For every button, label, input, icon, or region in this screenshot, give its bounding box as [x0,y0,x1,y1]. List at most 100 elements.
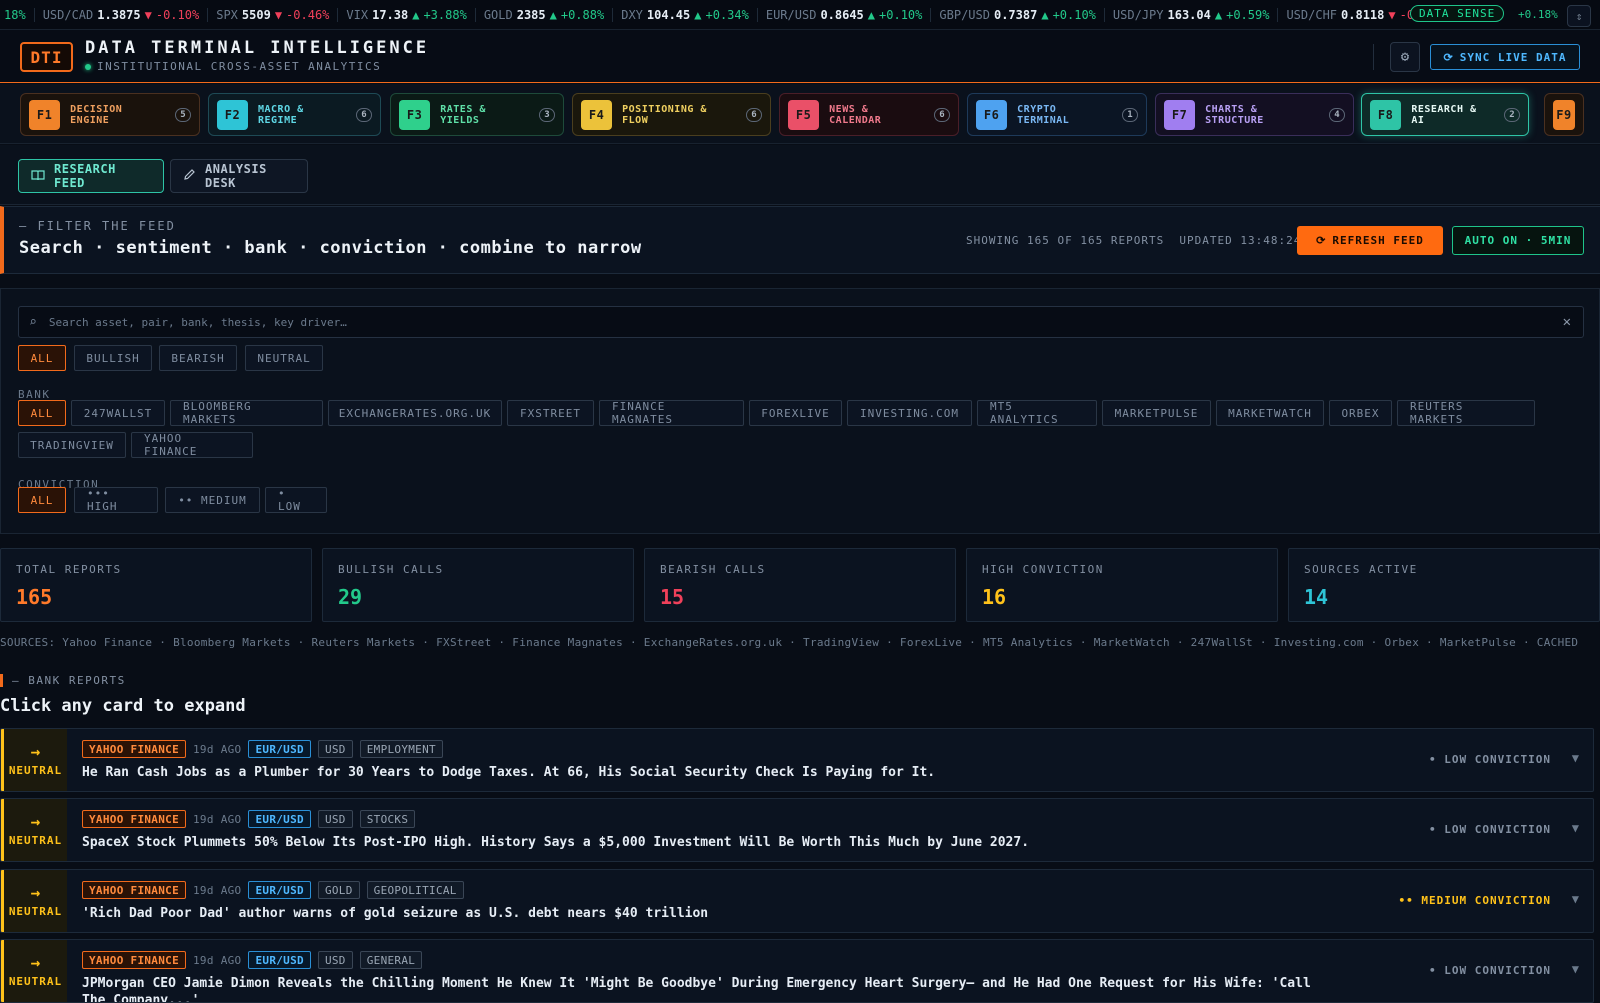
ticker-change: +0.10% [879,7,923,22]
tab-f7[interactable]: F7 CHARTS & STRUCTURE 4 [1155,93,1354,136]
bank-chip-tradingview[interactable]: TRADINGVIEW [18,432,126,458]
app-subtitle-text: INSTITUTIONAL CROSS-ASSET ANALYTICS [97,60,382,73]
tab-f6[interactable]: F6 CRYPTO TERMINAL 1 [967,93,1147,136]
tab-key-badge: F6 [976,99,1008,130]
tab-f3[interactable]: F3 RATES & YIELDS 3 [390,93,564,136]
topic-tag: EMPLOYMENT [359,740,443,758]
tab-research-feed[interactable]: RESEARCH FEED [18,159,164,193]
ticker-price: 0.8645 [820,7,864,22]
ticker-symbol: DXY [621,7,643,22]
bank-chip-reuters-markets[interactable]: REUTERS MARKETS [1397,400,1535,426]
pencil-icon [183,168,196,184]
report-age: 19d AGO [193,742,242,756]
bank-chip-orbex[interactable]: ORBEX [1329,400,1392,426]
sentiment-chip-bullish[interactable]: BULLISH [74,345,152,371]
ticker-change: +0.10% [1052,7,1096,22]
sentiment-chip-bearish[interactable]: BEARISH [159,345,237,371]
close-icon[interactable]: ✕ [1563,314,1571,330]
auto-refresh-toggle[interactable]: AUTO ON · 5MIN [1452,226,1584,255]
tab-f5[interactable]: F5 NEWS & CALENDAR 6 [779,93,959,136]
chevron-down-icon[interactable]: ▼ [1572,962,1579,976]
sync-live-data-button[interactable]: ⟳ SYNC LIVE DATA [1430,44,1580,70]
conviction-chip-medium[interactable]: •• MEDIUM [165,487,260,513]
conviction-chip-all[interactable]: ALL [18,487,66,513]
tab-label: RATES & YIELDS [440,103,486,126]
tab-f9[interactable]: F9 [1544,93,1584,136]
ticker-price: 104.45 [646,7,691,22]
source-tag: YAHOO FINANCE [82,740,186,758]
pair-tag: EUR/USD [248,881,311,899]
conviction-label: •• MEDIUM CONVICTION [1398,894,1551,907]
chevron-down-icon[interactable]: ▼ [1572,821,1579,835]
ticker-item: 18% [0,7,35,22]
chevron-down-icon[interactable]: ▼ [1572,751,1579,765]
sentiment-chip-all[interactable]: ALL [18,345,66,371]
conviction-chip-low[interactable]: • LOW [265,487,327,513]
tab-f8[interactable]: F8 RESEARCH & AI 2 [1361,93,1529,136]
bank-chip-yahoo-finance[interactable]: YAHOO FINANCE [131,432,253,458]
reports-kicker: — BANK REPORTS [0,674,126,687]
topic-tag: GEOPOLITICAL [366,881,464,899]
tab-f4[interactable]: F4 POSITIONING & FLOW 6 [572,93,771,136]
arrow-down-icon: ▼ [144,7,152,22]
tab-label: NEWS & CALENDAR [829,103,882,126]
refresh-icon: ⟳ [1316,234,1327,247]
bank-chip-bloomberg-markets[interactable]: BLOOMBERG MARKETS [170,400,323,426]
tab-key-badge: F9 [1553,99,1575,130]
tab-key-badge: F5 [788,99,820,130]
arrow-up-icon: ▲ [694,7,702,22]
scroll-toggle-icon[interactable]: ⇕ [1567,5,1591,27]
refresh-feed-button[interactable]: ⟳ REFRESH FEED [1297,226,1443,255]
search-input[interactable] [48,315,1563,329]
filter-header: — FILTER THE FEED Search · sentiment · b… [0,206,1600,274]
bank-chip-mt5-analytics[interactable]: MT5 ANALYTICS [977,400,1097,426]
tab-count-badge: 1 [1122,107,1138,122]
stance-label: NEUTRAL [8,904,63,918]
bank-chip-marketwatch[interactable]: MARKETWATCH [1216,400,1324,426]
ticker-item: GOLD 2385 ▲ +0.88% [476,7,614,22]
tab-key-badge: F1 [29,99,61,130]
bank-chip-fxstreet[interactable]: FXSTREET [507,400,594,426]
stat-value: 16 [982,585,1007,609]
tab-f2[interactable]: F2 MACRO & REGIME 6 [208,93,381,136]
stat-value: 15 [660,585,685,609]
report-card[interactable]: → NEUTRAL YAHOO FINANCE 19d AGO EUR/USD USD EM… [0,728,1594,792]
bank-chip-forexlive[interactable]: FOREXLIVE [749,400,842,426]
tab-count-badge: 4 [1329,107,1345,122]
ticker-tail-change: +0.18% [1518,8,1558,21]
pair-tag: EUR/USD [248,810,311,828]
app-subtitle: INSTITUTIONAL CROSS-ASSET ANALYTICS [85,60,381,73]
header-divider [1373,44,1374,70]
stance-label: NEUTRAL [8,763,63,777]
ticker-change: +0.88% [560,7,605,22]
bank-chip-finance-magnates[interactable]: FINANCE MAGNATES [599,400,744,426]
conviction-chip-high[interactable]: ••• HIGH [74,487,158,513]
report-card[interactable]: → NEUTRAL YAHOO FINANCE 19d AGO EUR/USD USD GE… [0,939,1594,1003]
bank-chip-247wallst[interactable]: 247WALLST [71,400,165,426]
ticker-item: VIX 17.38 ▲ +3.88% [338,7,476,22]
reports-title: Click any card to expand [0,696,246,716]
report-tags: YAHOO FINANCE 19d AGO EUR/USD GOLD GEOPOLITI… [82,881,464,899]
report-card[interactable]: → NEUTRAL YAHOO FINANCE 19d AGO EUR/USD GOLD G… [0,869,1594,933]
bank-chip-investing-com[interactable]: INVESTING.COM [847,400,972,426]
report-card[interactable]: → NEUTRAL YAHOO FINANCE 19d AGO EUR/USD USD ST… [0,798,1594,862]
ticker-price: 2385 [516,7,546,22]
settings-gear-icon[interactable]: ⚙ [1390,42,1420,72]
tab-count-badge: 6 [934,107,950,122]
tab-analysis-desk-label: ANALYSIS DESK [205,162,267,190]
ticker-price: 5509 [241,7,271,22]
stance-label: NEUTRAL [8,974,63,988]
tab-analysis-desk[interactable]: ANALYSIS DESK [170,159,308,193]
report-tags: YAHOO FINANCE 19d AGO EUR/USD USD STOCKS [82,810,416,828]
stance-indicator: → NEUTRAL [1,870,67,932]
chevron-down-icon[interactable]: ▼ [1572,892,1579,906]
bank-chip-marketpulse[interactable]: MARKETPULSE [1102,400,1211,426]
tab-key-badge: F3 [399,99,431,130]
bank-chip-exchangerates-org-uk[interactable]: EXCHANGERATES.ORG.UK [328,400,502,426]
sentiment-chip-neutral[interactable]: NEUTRAL [245,345,323,371]
data-sense-badge[interactable]: DATA SENSE [1410,5,1505,22]
asset-tag: USD [317,740,353,758]
tab-f1[interactable]: F1 DECISION ENGINE 5 [20,93,200,136]
bank-chip-all[interactable]: ALL [18,400,66,426]
ticker-price: 0.8118 [1341,7,1385,22]
